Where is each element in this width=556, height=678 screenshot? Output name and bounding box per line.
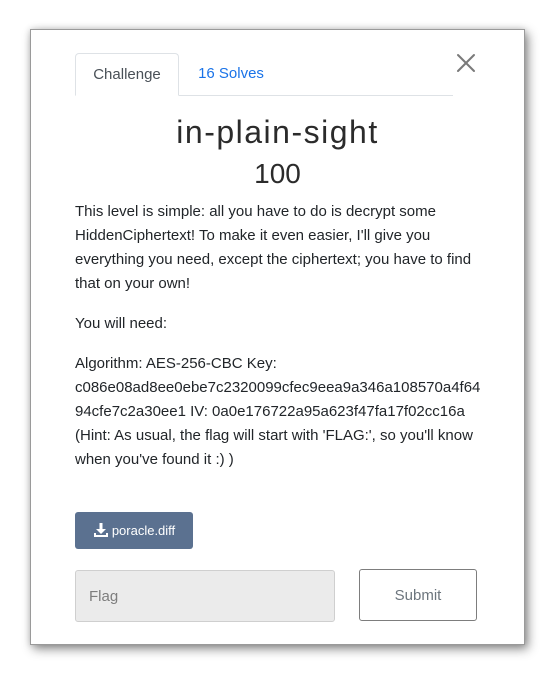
flag-input[interactable] — [75, 570, 335, 622]
download-icon — [93, 523, 108, 538]
challenge-description-details: Algorithm: AES-256-CBC Key: c086e08ad8ee… — [75, 355, 481, 468]
close-icon[interactable] — [455, 52, 477, 74]
tab-bar: Challenge 16 Solves — [75, 53, 453, 96]
challenge-title: in-plain-sight — [176, 114, 379, 150]
tab-solves[interactable]: 16 Solves — [179, 53, 283, 95]
file-download-button[interactable]: poracle.diff — [75, 512, 193, 549]
close-button[interactable] — [455, 52, 477, 74]
challenge-description-need: You will need: — [75, 315, 168, 332]
challenge-description-intro: This level is simple: all you have to do… — [75, 203, 472, 292]
challenge-points: 100 — [254, 158, 301, 189]
challenge-modal: Challenge 16 Solves in-plain-sight 100 T… — [30, 29, 525, 645]
file-download-label: poracle.diff — [111, 523, 176, 538]
tab-challenge[interactable]: Challenge — [75, 53, 179, 96]
submit-button[interactable]: Submit — [359, 569, 477, 621]
